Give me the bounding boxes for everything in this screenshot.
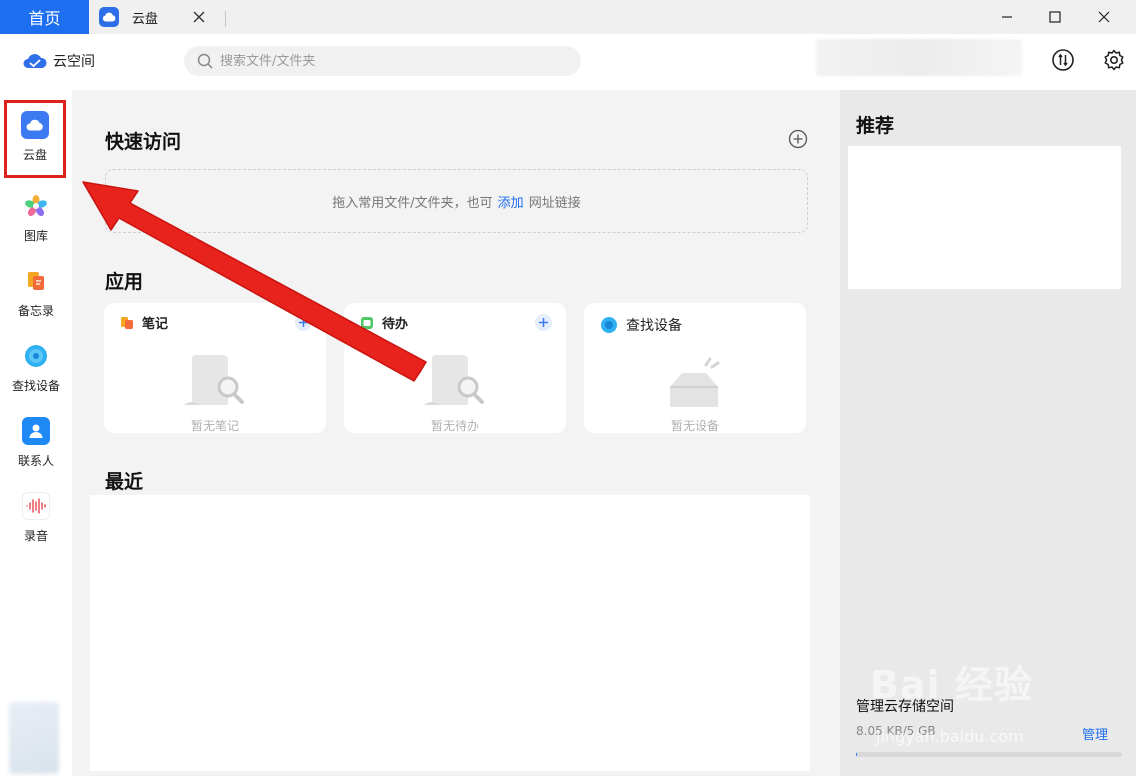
search-bar[interactable] — [184, 46, 581, 76]
sidebar-item-label: 查找设备 — [11, 379, 60, 393]
add-link[interactable]: 添加 — [498, 192, 524, 211]
app-card-notes[interactable]: 笔记 暂无笔记 — [104, 303, 326, 433]
empty-state-text: 暂无设备 — [670, 419, 719, 433]
close-icon[interactable] — [191, 9, 207, 25]
cloud-logo-icon — [23, 54, 47, 68]
dropzone-text-suffix: 网址链接 — [528, 195, 581, 211]
sidebar-item-notes[interactable]: 备忘录 — [0, 259, 72, 331]
cloud-drive-icon — [99, 7, 119, 27]
gallery-icon — [22, 192, 50, 220]
logo-text: 云空间 — [53, 54, 95, 70]
add-note-button[interactable] — [295, 314, 312, 331]
sidebar: 云盘 图库 备忘录 查找设备 联系人 录音 — [0, 90, 72, 776]
account-info-blurred — [816, 39, 1022, 76]
empty-search-icon — [184, 355, 244, 405]
dropzone-text: 拖入常用文件/文件夹，也可 — [332, 195, 493, 211]
tab-home[interactable]: 首页 — [0, 0, 89, 34]
recorder-icon — [22, 492, 50, 520]
tab-cloud-label: 云盘 — [132, 11, 159, 27]
sidebar-item-label: 图库 — [23, 229, 48, 243]
gear-icon[interactable] — [1102, 48, 1126, 72]
sync-icon[interactable] — [1051, 48, 1075, 72]
apps-title: 应用 — [105, 271, 144, 293]
title-bar: 首页 云盘 — [0, 0, 1136, 34]
sidebar-item-label: 备忘录 — [17, 304, 54, 318]
storage-progress-fill — [856, 752, 857, 757]
recent-files-panel — [90, 495, 810, 771]
app-card-find-device[interactable]: 查找设备 暂无设备 — [584, 303, 806, 433]
contacts-icon — [22, 417, 50, 445]
add-todo-button[interactable] — [535, 314, 552, 331]
app-header: 云空间 — [0, 34, 1136, 90]
sidebar-item-gallery[interactable]: 图库 — [0, 184, 72, 256]
app-card-title: 笔记 — [142, 317, 169, 332]
main-content: 快速访问 拖入常用文件/文件夹，也可 添加 网址链接 应用 笔记 暂无笔记 待办… — [72, 90, 840, 776]
sidebar-item-contacts[interactable]: 联系人 — [0, 409, 72, 481]
minimize-icon[interactable] — [996, 6, 1018, 28]
empty-device-icon — [670, 357, 720, 407]
quick-access-dropzone[interactable]: 拖入常用文件/文件夹，也可 添加 网址链接 — [105, 169, 808, 233]
recent-title: 最近 — [105, 471, 144, 493]
notes-icon — [121, 316, 133, 329]
empty-search-icon — [424, 355, 484, 405]
sidebar-item-recorder[interactable]: 录音 — [0, 484, 72, 556]
recommend-panel: 推荐 管理云存储空间 8.05 KB/5 GB 管理 — [840, 90, 1136, 776]
storage-usage: 8.05 KB/5 GB — [856, 724, 936, 738]
quick-access-title: 快速访问 — [105, 131, 182, 153]
app-card-title: 待办 — [382, 317, 409, 332]
recommend-title: 推荐 — [856, 115, 895, 137]
recommend-card[interactable] — [848, 146, 1121, 289]
maximize-icon[interactable] — [1044, 6, 1066, 28]
search-icon — [197, 53, 213, 69]
sidebar-item-cloud-drive[interactable]: 云盘 — [4, 100, 66, 178]
sidebar-item-label: 录音 — [23, 529, 48, 543]
tab-cloud-drive[interactable]: 云盘 — [89, 0, 227, 34]
storage-progress-bar — [856, 752, 1122, 757]
add-circle-icon[interactable] — [788, 129, 808, 149]
find-device-icon — [22, 342, 50, 370]
tab-divider — [225, 11, 226, 27]
empty-state-text: 暂无笔记 — [190, 419, 239, 433]
storage-title: 管理云存储空间 — [856, 699, 954, 715]
app-logo: 云空间 — [23, 51, 95, 71]
cloud-drive-icon — [21, 111, 49, 139]
find-device-icon — [601, 317, 617, 333]
notes-icon — [22, 267, 50, 295]
window-close-icon[interactable] — [1093, 6, 1115, 28]
sidebar-item-label: 云盘 — [22, 148, 47, 162]
sidebar-item-label: 联系人 — [17, 454, 54, 468]
avatar[interactable] — [9, 702, 59, 774]
search-input[interactable] — [220, 53, 560, 69]
sidebar-item-find-device[interactable]: 查找设备 — [0, 334, 72, 406]
app-card-todo[interactable]: 待办 暂无待办 — [344, 303, 566, 433]
app-card-title: 查找设备 — [626, 318, 682, 334]
manage-storage-link[interactable]: 管理 — [1082, 724, 1108, 743]
todo-icon — [361, 316, 373, 329]
empty-state-text: 暂无待办 — [430, 419, 479, 433]
